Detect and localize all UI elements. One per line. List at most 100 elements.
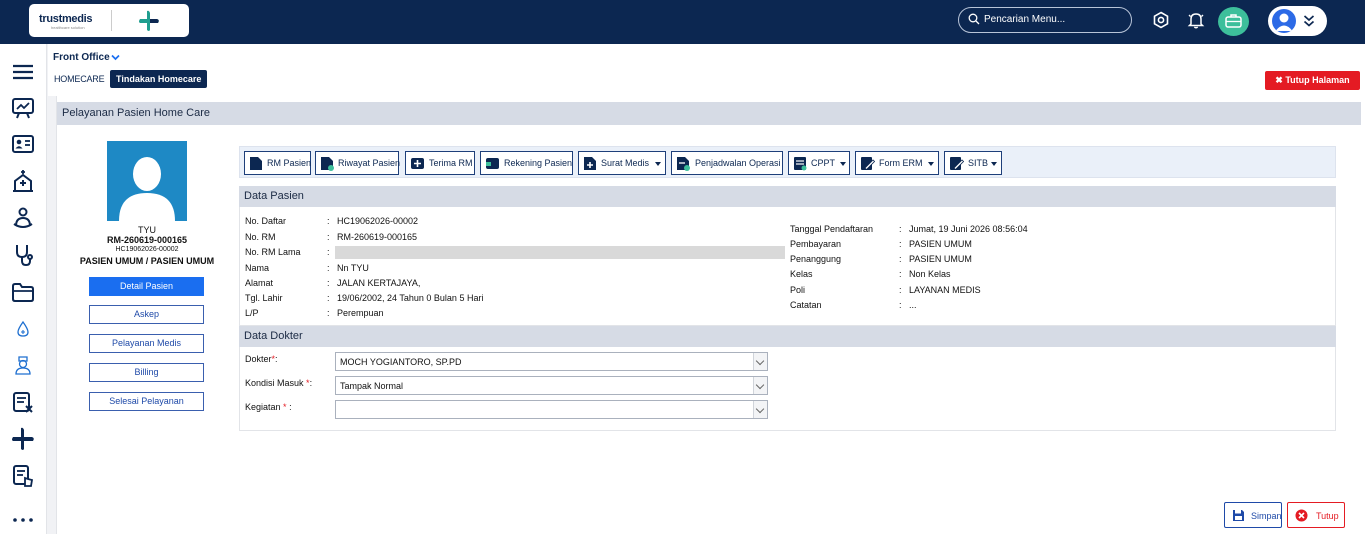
penjadwalan-operasi-button[interactable]: Penjadwalan Operasi — [671, 151, 783, 175]
patient-rm: RM-260619-000165 — [106, 235, 188, 245]
close-page-button[interactable]: ✖ Tutup Halaman — [1265, 71, 1360, 90]
value-tanggal-pendaftaran: Jumat, 19 Juni 2026 08:56:04 — [909, 224, 1028, 234]
value-no-daftar: HC19062026-00002 — [337, 216, 419, 226]
briefcase-icon — [1225, 14, 1242, 28]
data-pasien-title: Data Pasien — [244, 190, 304, 202]
breadcrumb-homecare[interactable]: HOMECARE — [54, 74, 105, 84]
settings-icon[interactable] — [1152, 11, 1170, 29]
user-silhouette-icon — [119, 157, 175, 221]
surat-medis-dropdown[interactable]: Surat Medis — [578, 151, 666, 175]
chevron-down-icon — [753, 401, 767, 418]
form-edit-icon — [861, 157, 875, 171]
askep-button[interactable]: Askep — [89, 305, 204, 324]
no-rm-lama-field — [335, 246, 785, 259]
history-document-icon — [321, 157, 334, 171]
briefcase-button[interactable] — [1218, 7, 1249, 36]
patient-daftar: HC19062026-00002 — [115, 246, 179, 253]
notes-icon — [794, 157, 807, 171]
value-pembayaran: PASIEN UMUM — [909, 239, 972, 249]
label-no-rm-lama: No. RM Lama — [245, 247, 301, 257]
value-catatan: ... — [909, 300, 917, 310]
patient-care-icon[interactable] — [11, 206, 35, 230]
hamburger-menu-icon[interactable] — [11, 60, 35, 84]
double-chevron-down-icon — [1303, 15, 1315, 27]
panel-title: Pelayanan Pasien Home Care — [62, 107, 210, 119]
folder-icon[interactable] — [11, 280, 35, 304]
menu-search-input[interactable]: Pencarian Menu... — [958, 7, 1132, 33]
left-sidebar — [0, 44, 47, 534]
wallet-icon — [486, 158, 499, 169]
patient-photo — [107, 141, 187, 221]
hospital-icon[interactable] — [11, 169, 35, 193]
detail-pasien-button[interactable]: Detail Pasien — [89, 277, 204, 296]
breadcrumb-tindakan-homecare[interactable]: Tindakan Homecare — [110, 70, 208, 88]
blood-drop-icon[interactable] — [11, 317, 35, 341]
brand-plus-icon — [139, 10, 159, 31]
cppt-dropdown[interactable]: CPPT — [788, 151, 850, 175]
dokter-select[interactable]: MOCH YOGIANTORO, SP.PD — [335, 352, 768, 371]
document-icon — [250, 157, 262, 170]
main-content: Pelayanan Pasien Home Care TYU RM-260619… — [56, 96, 1365, 534]
caret-down-icon — [991, 162, 997, 166]
trustmedis-plus-icon[interactable] — [11, 427, 35, 451]
data-dokter-header: Data Dokter — [239, 326, 1336, 347]
label-tgl-lahir: Tgl. Lahir — [245, 293, 283, 303]
form-erm-dropdown[interactable]: Form ERM — [855, 151, 939, 175]
search-placeholder: Pencarian Menu... — [984, 14, 1066, 25]
chevron-down-icon[interactable] — [111, 54, 120, 61]
value-kelas: Non Kelas — [909, 269, 951, 279]
label-kelas: Kelas — [790, 269, 813, 279]
value-lp: Perempuan — [337, 308, 384, 318]
label-catatan: Catatan — [790, 300, 822, 310]
kegiatan-select[interactable] — [335, 400, 768, 419]
value-tgl-lahir: 19/06/2002, 24 Tahun 0 Bulan 5 Hari — [337, 293, 484, 303]
caret-down-icon — [840, 162, 846, 166]
close-circle-icon — [1295, 509, 1308, 522]
kondisi-masuk-select[interactable]: Tampak Normal — [335, 376, 768, 395]
value-poli: LAYANAN MEDIS — [909, 285, 981, 295]
user-icon — [1275, 13, 1293, 31]
dashboard-chart-icon[interactable] — [11, 96, 35, 120]
billing-button[interactable]: Billing — [89, 363, 204, 382]
module-title[interactable]: Front Office — [53, 52, 110, 63]
riwayat-pasien-button[interactable]: Riwayat Pasien — [315, 151, 400, 175]
sitb-dropdown[interactable]: SITB — [944, 151, 1002, 175]
rm-pasien-button[interactable]: RM Pasien — [244, 151, 311, 175]
selesai-pelayanan-button[interactable]: Selesai Pelayanan — [89, 392, 204, 411]
id-card-icon[interactable] — [11, 132, 35, 156]
data-pasien-header: Data Pasien — [239, 186, 1336, 207]
tutup-button[interactable]: Tutup — [1287, 502, 1345, 528]
schedule-document-icon — [677, 157, 690, 171]
terima-rm-button[interactable]: Terima RM — [405, 151, 475, 175]
more-dots-icon[interactable] — [11, 508, 35, 532]
stethoscope-icon[interactable] — [11, 243, 35, 267]
label-poli: Poli — [790, 285, 806, 295]
label-no-rm: No. RM — [245, 232, 276, 242]
panel-header: Pelayanan Pasien Home Care — [57, 102, 1361, 125]
value-nama: Nn TYU — [337, 263, 369, 273]
logo-text: trustmedis — [39, 13, 93, 25]
dokter-label: Dokter*: — [245, 354, 278, 364]
label-no-daftar: No. Daftar — [245, 216, 287, 226]
app-logo[interactable]: trustmedis healthcare solution — [29, 4, 189, 37]
kondisi-masuk-label: Kondisi Masuk *: — [245, 378, 313, 388]
logo-divider — [111, 10, 112, 31]
label-penanggung: Penanggung — [790, 254, 842, 264]
rekening-pasien-button[interactable]: Rekening Pasien — [480, 151, 573, 175]
patient-payer: PASIEN UMUM / PASIEN UMUM — [79, 256, 215, 266]
label-pembayaran: Pembayaran — [790, 239, 842, 249]
pelayanan-medis-button[interactable]: Pelayanan Medis — [89, 334, 204, 353]
search-icon — [968, 13, 980, 25]
simpan-button[interactable]: Simpan — [1224, 502, 1282, 528]
value-no-rm: RM-260619-000165 — [337, 232, 418, 242]
data-dokter-title: Data Dokter — [244, 330, 303, 342]
report-checklist-icon[interactable] — [11, 390, 35, 414]
caret-down-icon — [655, 162, 661, 166]
document-hand-icon[interactable] — [11, 464, 35, 488]
chevron-down-icon — [753, 353, 767, 370]
top-bar: trustmedis healthcare solution Pencarian… — [0, 0, 1365, 44]
user-menu-button[interactable] — [1268, 6, 1327, 36]
kegiatan-label: Kegiatan * : — [245, 402, 292, 412]
nurse-icon[interactable] — [11, 353, 35, 377]
bell-icon[interactable] — [1187, 11, 1205, 29]
